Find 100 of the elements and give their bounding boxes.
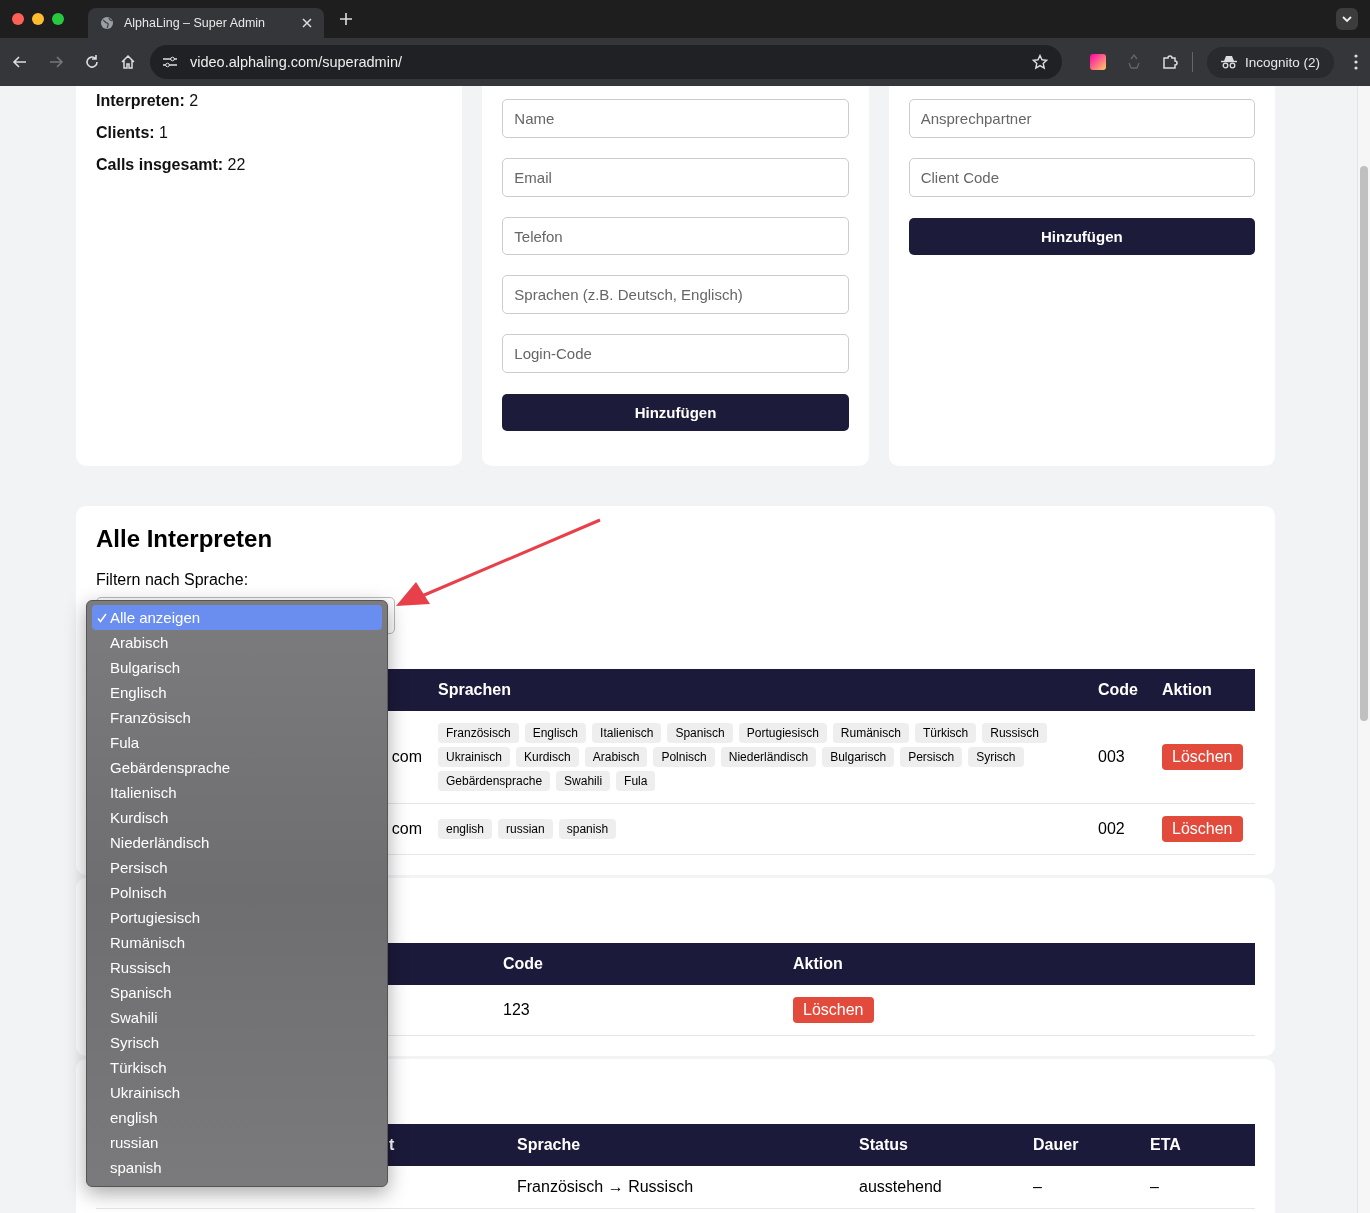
dropdown-option[interactable]: Gebärdensprache	[92, 755, 382, 780]
home-icon[interactable]	[120, 54, 136, 70]
dropdown-option[interactable]: Fula	[92, 730, 382, 755]
browser-tab[interactable]: AlphaLing – Super Admin	[88, 8, 324, 38]
column-header: Status	[859, 1136, 908, 1153]
language-tag: Portugiesisch	[738, 723, 827, 743]
dropdown-option[interactable]: english	[92, 1105, 382, 1130]
delete-button[interactable]: Löschen	[793, 997, 874, 1023]
language-tag: Ukrainisch	[438, 747, 510, 767]
add-button[interactable]: Hinzufügen	[502, 394, 849, 431]
language-tag: Persisch	[900, 747, 963, 767]
language-tag: Russisch	[982, 723, 1047, 743]
text-input-field[interactable]: Client Code	[908, 158, 1255, 197]
more-options-icon[interactable]	[1354, 54, 1358, 70]
dropdown-option[interactable]: Alle anzeigen	[92, 605, 382, 630]
dropdown-option[interactable]: Türkisch	[92, 1055, 382, 1080]
table-cell: com	[391, 820, 422, 837]
language-tag: Arabisch	[584, 747, 648, 767]
new-tab-icon[interactable]	[340, 13, 352, 25]
delete-button[interactable]: Löschen	[1162, 816, 1243, 842]
language-tag: russian	[498, 819, 553, 839]
scrollbar[interactable]	[1357, 86, 1370, 1213]
add-button[interactable]: Hinzufügen	[908, 218, 1255, 255]
dropdown-option[interactable]: Niederländisch	[92, 830, 382, 855]
column-header: Sprache	[517, 1136, 581, 1153]
table-cell: 003	[1098, 748, 1125, 765]
filter-label: Filtern nach Sprache:	[96, 571, 250, 589]
language-tag: Französisch	[438, 723, 519, 743]
dropdown-option[interactable]: Persisch	[92, 855, 382, 880]
table-cell: –	[1033, 1178, 1042, 1195]
column-header: Aktion	[1162, 681, 1212, 698]
chevron-down-icon[interactable]	[1336, 8, 1358, 30]
checkmark-icon	[97, 612, 107, 623]
language-tag: Türkisch	[914, 723, 977, 743]
dropdown-option[interactable]: Spanisch	[92, 980, 382, 1005]
dropdown-option[interactable]: Portugiesisch	[92, 905, 382, 930]
star-icon[interactable]	[1031, 54, 1048, 70]
dropdown-option[interactable]: Englisch	[92, 680, 382, 705]
dropdown-option[interactable]: Polnisch	[92, 880, 382, 905]
dropdown-option[interactable]: Italienisch	[92, 780, 382, 805]
site-settings-icon[interactable]	[162, 55, 178, 69]
language-tag: Niederländisch	[720, 747, 817, 767]
table-cell: com	[391, 748, 422, 765]
dropdown-option[interactable]: Russisch	[92, 955, 382, 980]
puzzle-icon[interactable]	[1161, 54, 1178, 70]
dropdown-option[interactable]: Bulgarisch	[92, 655, 382, 680]
incognito-icon	[1220, 55, 1237, 69]
dropdown-option[interactable]: Arabisch	[92, 630, 382, 655]
stat-line: Calls insgesamt: 22	[96, 156, 247, 174]
extension-icon[interactable]	[1089, 54, 1106, 70]
language-tag: Syrisch	[968, 747, 1024, 767]
table-cell: ausstehend	[859, 1178, 942, 1195]
dropdown-option[interactable]: Kurdisch	[92, 805, 382, 830]
language-tag: Polnisch	[653, 747, 715, 767]
dropdown-option[interactable]: spanish	[92, 1155, 382, 1180]
column-header: Code	[1098, 681, 1138, 698]
column-header: Code	[503, 955, 543, 972]
language-tag: Italienisch	[592, 723, 662, 743]
column-header: t	[389, 1136, 395, 1153]
text-input-field[interactable]: Telefon	[502, 216, 849, 256]
language-tag: Kurdisch	[516, 747, 579, 767]
table-cell: Französisch → Russisch	[517, 1178, 694, 1195]
maximize-window-icon[interactable]	[52, 13, 64, 25]
column-header: Dauer	[1033, 1136, 1079, 1153]
incognito-profile-button[interactable]: Incognito (2)	[1206, 46, 1334, 78]
close-window-icon[interactable]	[12, 13, 24, 25]
table-cell: –	[1150, 1178, 1159, 1195]
dropdown-option[interactable]: Syrisch	[92, 1030, 382, 1055]
language-tag: Spanisch	[667, 723, 733, 743]
dropdown-option[interactable]: russian	[92, 1130, 382, 1155]
column-header: ETA	[1150, 1136, 1181, 1153]
address-bar[interactable]: video.alphaling.com/superadmin/	[150, 45, 1062, 79]
globe-icon	[100, 16, 114, 30]
stat-line: Interpreten: 2	[96, 92, 200, 110]
language-tag: english	[438, 819, 493, 839]
delete-button[interactable]: Löschen	[1162, 744, 1243, 770]
dropdown-option[interactable]: Ukrainisch	[92, 1080, 382, 1105]
dropdown-option[interactable]: Rumänisch	[92, 930, 382, 955]
column-header: Aktion	[793, 955, 843, 972]
stat-line: Clients: 1	[96, 124, 169, 142]
language-tag: Fula	[616, 771, 656, 791]
language-tag: spanish	[558, 819, 617, 839]
text-input-field[interactable]: Sprachen (z.B. Deutsch, Englisch)	[502, 275, 849, 315]
close-icon[interactable]	[302, 18, 312, 28]
language-tag: Bulgarisch	[822, 747, 895, 767]
dropdown-option[interactable]: Französisch	[92, 705, 382, 730]
language-tag: Gebärdensprache	[438, 771, 551, 791]
text-input-field[interactable]: Name	[502, 99, 849, 138]
reload-icon[interactable]	[84, 54, 100, 70]
minimize-window-icon[interactable]	[32, 13, 44, 25]
language-tag: Englisch	[524, 723, 587, 743]
back-arrow-icon[interactable]	[12, 54, 28, 70]
text-input-field[interactable]: Email	[502, 157, 849, 197]
text-input-field[interactable]: Login-Code	[502, 334, 849, 374]
text-input-field[interactable]: Ansprechpartner	[908, 99, 1255, 138]
language-tag: Rumänisch	[832, 723, 909, 743]
forward-arrow-icon[interactable]	[48, 54, 64, 70]
section-heading: Alle Interpreten	[96, 525, 274, 553]
dropdown-option[interactable]: Swahili	[92, 1005, 382, 1030]
table-cell: 123	[503, 1001, 530, 1018]
